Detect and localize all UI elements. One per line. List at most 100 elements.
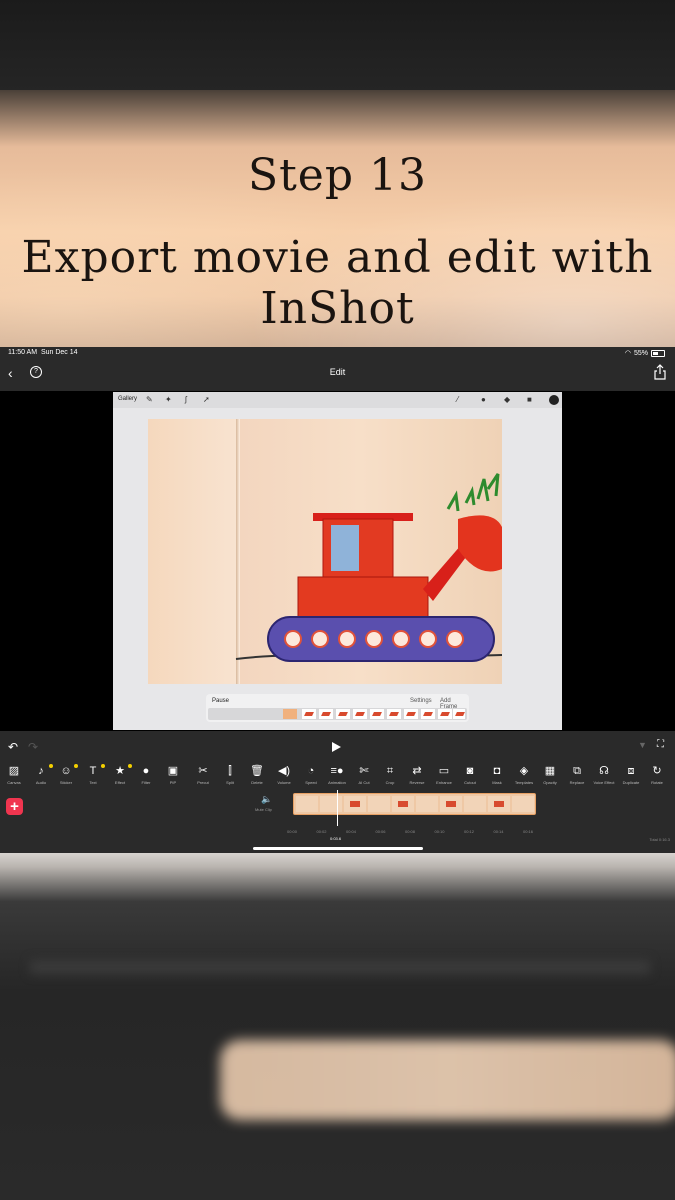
tool-rotate[interactable]: ↻ Rotate	[644, 764, 670, 785]
clip-thumbnail	[440, 796, 462, 812]
brush-icon: ⁄	[457, 395, 459, 404]
status-date: Sun Dec 14	[40, 349, 78, 356]
tool-templates[interactable]: ◈ Templates	[511, 764, 537, 785]
tool-canvas[interactable]: ▨ Canvas	[1, 764, 27, 785]
new-badge	[128, 764, 132, 768]
layers-icon: ■	[527, 395, 532, 404]
step-title: Step 13	[247, 150, 427, 201]
tool-split[interactable]: ⫿ Split	[217, 764, 243, 785]
voice-effect-icon: ☊	[599, 765, 609, 777]
battery-percent: 55%	[633, 349, 648, 357]
time-tick: 00:04	[346, 829, 357, 834]
tool-duplicate[interactable]: ⧈ Duplicate	[618, 764, 644, 785]
tool-label: Volume	[277, 780, 291, 785]
hdr-icon: ▭	[438, 765, 450, 777]
total-duration: Total 0:16.3	[649, 837, 670, 842]
pip-icon: ▣	[167, 765, 179, 777]
blurred-toolbar	[30, 960, 650, 974]
edit-toolbar: ▨ Canvas ♪ Audio ☺ Sticker T Text ★ Effect ● Filter…	[0, 764, 675, 790]
templates-icon: ◈	[519, 765, 529, 777]
clip-thumbnail	[488, 796, 510, 812]
selection-icon: ʃ	[185, 395, 187, 404]
time-tick: 00:12	[464, 829, 475, 834]
undo-icon[interactable]: ↶	[8, 740, 18, 754]
page-title: Edit	[329, 367, 346, 377]
crop-icon: ⌗	[386, 765, 394, 777]
tool-label: Delete	[251, 780, 263, 785]
tool-label: Mask	[492, 780, 502, 785]
time-tick: 00:02	[316, 829, 327, 834]
tool-text[interactable]: T Text	[80, 764, 106, 785]
tool-sticker[interactable]: ☺ Sticker	[53, 764, 79, 785]
tool-label: Effect	[114, 780, 126, 785]
ipad-screenshot: 11:50 AM Sun Dec 14 ◠ 55% ‹ ? Edit Galle…	[0, 347, 675, 853]
tool-precut[interactable]: ✂ Precut	[190, 764, 216, 785]
frame-thumbnail	[404, 709, 418, 719]
tool-label: Rotate	[651, 780, 663, 785]
tool-mask[interactable]: ◘ Mask	[484, 764, 510, 785]
clip-thumbnail	[464, 796, 486, 812]
animation-panel: Pause Settings Add Frame	[206, 694, 469, 722]
frame-thumbnail	[283, 709, 297, 719]
play-icon[interactable]	[332, 742, 341, 752]
magic-wand-icon: ✦	[165, 395, 172, 404]
mute-clip-label: Mute Clip	[255, 807, 272, 812]
current-time: 0:03.6	[330, 836, 342, 841]
step-subtitle: Export movie and edit with InShot	[21, 232, 654, 334]
tool-delete[interactable]: 🗑 Delete	[244, 764, 270, 785]
tool-pip[interactable]: ▣ PIP	[160, 764, 186, 785]
tool-label: Audio	[35, 780, 47, 785]
playhead[interactable]	[337, 790, 338, 826]
share-icon[interactable]	[653, 364, 667, 380]
redo-icon[interactable]: ↷	[28, 740, 38, 754]
tool-label: AI Cut	[358, 780, 370, 785]
fullscreen-icon[interactable]: ⛶	[657, 739, 664, 750]
tool-label: Replace	[569, 780, 585, 785]
playback-controls: ↶ ↷ ▼ ⛶	[0, 731, 675, 761]
video-preview[interactable]: Gallery ✎ ✦ ʃ ➚ ⁄ ● ◆ ■ Pause Settings A…	[0, 391, 675, 731]
tool-reverse[interactable]: ⇄ Reverse	[404, 764, 430, 785]
gallery-button: Gallery	[118, 396, 138, 402]
tool-crop[interactable]: ⌗ Crop	[377, 764, 403, 785]
eraser-icon: ◆	[504, 395, 511, 404]
split-icon: ⫿	[228, 765, 232, 777]
clip-thumbnail	[512, 796, 534, 812]
opacity-icon: ▦	[544, 765, 556, 777]
clip-thumbnail	[320, 796, 342, 812]
tool-opacity[interactable]: ▦ Opacity	[537, 764, 563, 785]
volume-icon: ◀)	[277, 765, 291, 777]
tool-label: Reverse	[409, 780, 425, 785]
speaker-icon[interactable]: 🔈	[261, 794, 272, 805]
status-time: 11:50 AM	[8, 349, 38, 356]
tool-ai-cut[interactable]: ✄ AI Cut	[351, 764, 377, 785]
tool-effect[interactable]: ★ Effect	[107, 764, 133, 785]
tool-replace[interactable]: ⧉ Replace	[564, 764, 590, 785]
tool-voice-effect[interactable]: ☊ Voice Effect	[591, 764, 617, 785]
mask-icon: ◘	[493, 765, 501, 777]
add-clip-button[interactable]: +	[6, 798, 23, 815]
tool-enhance[interactable]: ▭ Enhance	[431, 764, 457, 785]
duplicate-icon: ⧈	[627, 765, 635, 777]
tool-speed[interactable]: ◔ Speed	[298, 764, 324, 785]
canvas-icon: ▨	[8, 765, 20, 777]
video-clip[interactable]	[293, 793, 536, 815]
time-tick: 00:14	[493, 829, 504, 834]
color-swatch	[549, 395, 559, 405]
frame-thumbnail	[319, 709, 333, 719]
tool-label: Text	[89, 780, 97, 785]
tool-volume[interactable]: ◀) Volume	[271, 764, 297, 785]
keyframe-icon[interactable]: ▼	[638, 740, 647, 750]
smudge-icon: ●	[481, 395, 486, 404]
tool-filter[interactable]: ● Filter	[133, 764, 159, 785]
tool-animation[interactable]: ≡● Animation	[324, 764, 350, 785]
animation-icon: ≡●	[330, 765, 344, 777]
time-tick: 00:10	[434, 829, 445, 834]
new-badge	[101, 764, 105, 768]
procreate-screen: Gallery ✎ ✦ ʃ ➚ ⁄ ● ◆ ■ Pause Settings A…	[113, 392, 562, 730]
tool-audio[interactable]: ♪ Audio	[28, 764, 54, 785]
clip-thumbnail	[368, 796, 390, 812]
tool-cutout[interactable]: ◙ Cutout	[457, 764, 483, 785]
frame-thumbnail	[453, 709, 465, 719]
ai-cut-icon: ✄	[359, 765, 369, 777]
battery-icon	[651, 349, 665, 357]
